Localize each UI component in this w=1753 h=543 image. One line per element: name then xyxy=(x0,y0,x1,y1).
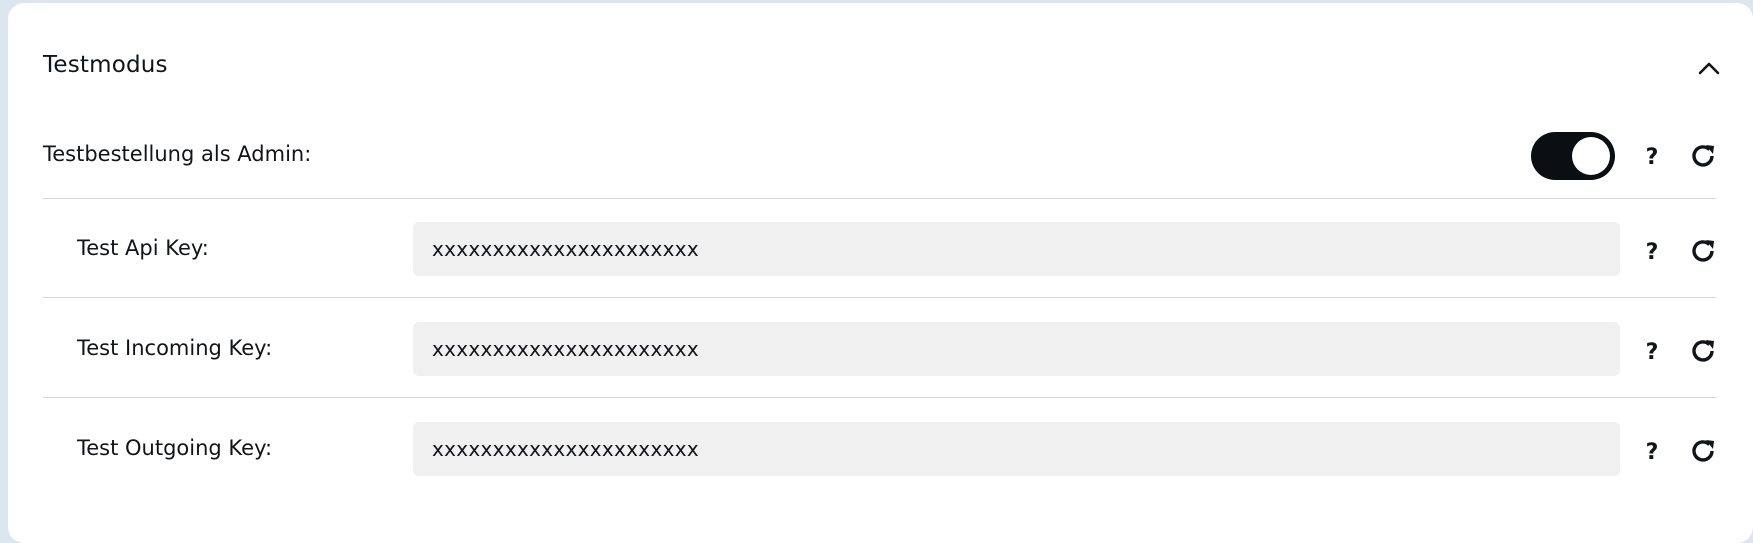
reset-icon xyxy=(1692,340,1714,362)
api-key-reset-button[interactable] xyxy=(1686,234,1720,268)
reset-icon xyxy=(1692,240,1714,262)
api-key-help-button[interactable]: ? xyxy=(1638,237,1666,269)
toggle-knob xyxy=(1572,137,1610,175)
collapse-button[interactable] xyxy=(1693,52,1725,84)
admin-order-label: Testbestellung als Admin: xyxy=(43,142,312,166)
outgoing-key-input[interactable] xyxy=(413,422,1620,476)
api-key-input[interactable] xyxy=(413,222,1620,276)
admin-order-help-button[interactable]: ? xyxy=(1638,142,1666,174)
reset-icon xyxy=(1692,145,1714,167)
section-title: Testmodus xyxy=(43,52,168,78)
section-header[interactable]: Testmodus xyxy=(8,3,1753,123)
incoming-key-reset-button[interactable] xyxy=(1686,334,1720,368)
admin-order-reset-button[interactable] xyxy=(1686,139,1720,173)
admin-order-toggle[interactable] xyxy=(1531,132,1615,180)
chevron-up-icon xyxy=(1698,62,1720,75)
settings-card: Testmodus Testbestellung als Admin: ? Te… xyxy=(8,3,1753,543)
outgoing-key-reset-button[interactable] xyxy=(1686,434,1720,468)
incoming-key-label: Test Incoming Key: xyxy=(77,336,273,360)
api-key-label: Test Api Key: xyxy=(77,236,209,260)
incoming-key-help-button[interactable]: ? xyxy=(1638,337,1666,369)
outgoing-key-help-button[interactable]: ? xyxy=(1638,437,1666,469)
outgoing-key-label: Test Outgoing Key: xyxy=(77,436,273,460)
row-divider xyxy=(43,397,1716,398)
row-divider xyxy=(43,198,1716,199)
reset-icon xyxy=(1692,440,1714,462)
incoming-key-input[interactable] xyxy=(413,322,1620,376)
row-divider xyxy=(43,297,1716,298)
